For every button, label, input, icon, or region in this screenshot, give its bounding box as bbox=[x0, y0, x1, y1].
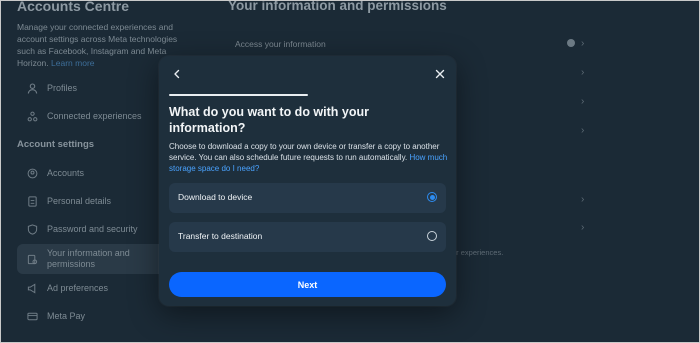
page-title: Your information and permissions bbox=[228, 0, 447, 13]
main-note-text: ur experiences. bbox=[452, 248, 504, 257]
chevron-left-icon bbox=[174, 69, 180, 79]
chevron-right-icon: › bbox=[581, 67, 585, 78]
dialog-title: What do you want to do with your informa… bbox=[169, 105, 369, 135]
option-download-to-device[interactable]: Download to device bbox=[169, 183, 446, 213]
sidebar-title: Accounts Centre bbox=[17, 0, 130, 14]
app-window: Accounts Centre Manage your connected ex… bbox=[0, 0, 700, 343]
sidebar-item-label: Personal details bbox=[47, 196, 112, 206]
id-card-icon bbox=[25, 194, 39, 208]
sidebar-item-label: Profiles bbox=[47, 83, 78, 93]
sidebar-item-label: Password and security bbox=[47, 224, 138, 234]
close-icon bbox=[435, 69, 445, 79]
info-permissions-icon bbox=[25, 252, 39, 266]
option-transfer-to-destination[interactable]: Transfer to destination bbox=[169, 222, 446, 252]
dialog-description-text: Choose to download a copy to your own de… bbox=[169, 142, 440, 162]
next-button[interactable]: Next bbox=[169, 272, 446, 297]
learn-more-link[interactable]: Learn more bbox=[51, 58, 94, 68]
sidebar-item-label: Ad preferences bbox=[47, 283, 109, 293]
sidebar-item-label: Your information and permissions bbox=[47, 248, 130, 269]
accounts-icon bbox=[25, 166, 39, 180]
info-icon bbox=[567, 39, 575, 47]
option-label: Download to device bbox=[178, 192, 253, 202]
radio-selected[interactable] bbox=[427, 192, 437, 202]
card-icon bbox=[25, 309, 39, 323]
chevron-right-icon: › bbox=[581, 194, 585, 205]
radio-unselected[interactable] bbox=[427, 231, 437, 241]
person-icon bbox=[25, 81, 39, 95]
megaphone-icon bbox=[25, 281, 39, 295]
chevron-right-icon: › bbox=[581, 125, 585, 136]
dialog-description: Choose to download a copy to your own de… bbox=[169, 141, 449, 174]
sidebar-item-meta-pay[interactable]: Meta Pay bbox=[17, 303, 202, 329]
chevron-right-icon: › bbox=[581, 96, 585, 107]
connected-icon bbox=[25, 109, 39, 123]
back-button[interactable] bbox=[169, 66, 185, 82]
sidebar-item-label: Meta Pay bbox=[47, 311, 86, 321]
chevron-right-icon: › bbox=[581, 38, 585, 49]
download-info-dialog: What do you want to do with your informa… bbox=[159, 56, 456, 306]
chevron-right-icon: › bbox=[581, 222, 585, 233]
access-information-row[interactable]: Access your information bbox=[235, 39, 326, 49]
close-button[interactable] bbox=[432, 66, 448, 82]
sidebar-description-text: Manage your connected experiences and ac… bbox=[17, 22, 178, 68]
shield-icon bbox=[25, 222, 39, 236]
progress-indicator bbox=[169, 94, 308, 96]
sidebar-item-label: Accounts bbox=[47, 168, 85, 178]
account-settings-heading: Account settings bbox=[17, 139, 95, 150]
option-label: Transfer to destination bbox=[178, 231, 263, 241]
sidebar-item-label: Connected experiences bbox=[47, 111, 142, 121]
